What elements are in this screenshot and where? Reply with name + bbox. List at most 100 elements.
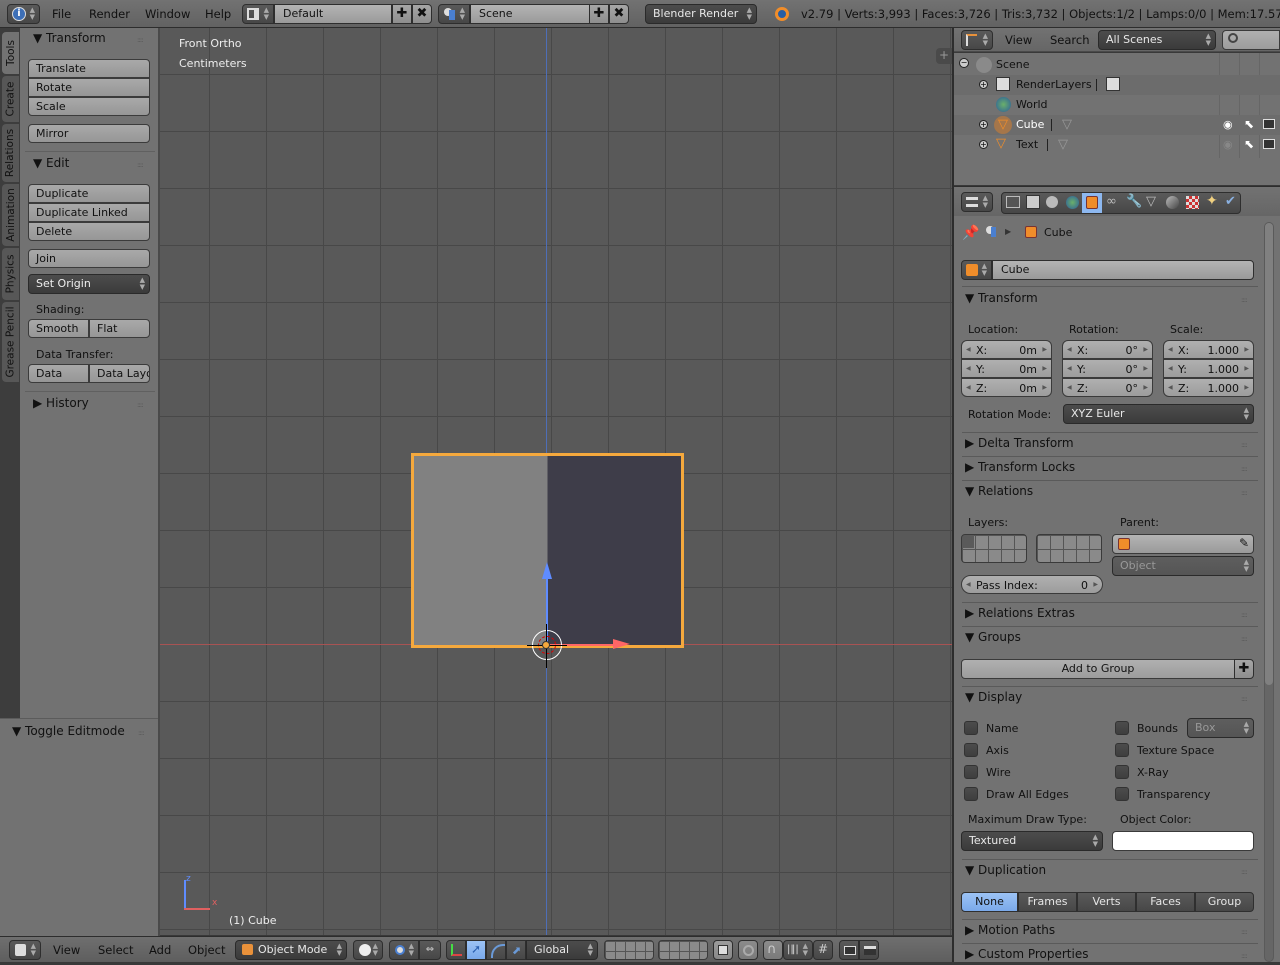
drag-grip-icon[interactable]: :::: [1241,928,1248,936]
rotation-x-field[interactable]: ◀ X: 0° ▶ [1062,340,1153,359]
selectable-cursor-icon[interactable]: ⬉ [1244,117,1254,131]
scale-x-field[interactable]: ◀ X: 1.000 ▶ [1163,340,1254,359]
tab-relations[interactable]: Relations [2,124,19,182]
delete-scene-button[interactable]: ✖ [609,4,629,24]
drag-grip-icon[interactable]: :::: [1241,489,1248,497]
panel-transform-header[interactable]: ▼ Transform [965,291,1038,309]
panel-custom-properties-header[interactable]: ▶ Custom Properties [965,947,1088,965]
menu-render[interactable]: Render [89,7,130,21]
interaction-mode-select[interactable]: Object Mode ▲ ▼ [235,940,347,960]
parent-object-field[interactable]: ✎ [1112,534,1254,554]
menu-select[interactable]: Select [98,943,133,957]
panel-edit-header[interactable]: ▼ Edit [33,156,69,170]
active-layer-cell[interactable] [962,535,974,548]
expand-icon[interactable]: + [979,120,988,129]
duplication-none-button[interactable]: None [961,892,1018,912]
scale-button[interactable]: Scale [28,97,150,116]
pin-icon[interactable]: 📌 [962,225,979,241]
panel-transform-header[interactable]: ▼ Transform [33,31,106,45]
rotation-mode-select[interactable]: XYZ Euler ▲ ▼ [1063,404,1254,424]
tab-grease-pencil[interactable]: Grease Pencil [2,302,19,382]
editor-type-button[interactable]: ▲ ▼ [9,940,41,960]
pivot-point-select[interactable]: ▲ ▼ [389,940,419,960]
panel-relations-extras-header[interactable]: ▶ Relations Extras [965,606,1075,624]
panel-history-header[interactable]: ▶ History [33,396,89,410]
snap-toggle-button[interactable]: ∩ [763,940,783,960]
outliner-row-text[interactable]: + ▽ Text ▽ ◉ ⬉ [954,135,1280,155]
menu-view[interactable]: View [53,943,80,957]
data-layout-transfer-button[interactable]: Data Layo [89,364,150,383]
panel-duplication-header[interactable]: ▼ Duplication [965,863,1046,881]
outliner-display-mode-select[interactable]: All Scenes ▲ ▼ [1098,30,1216,50]
outliner-menu-search[interactable]: Search [1050,33,1090,47]
panel-groups-header[interactable]: ▼ Groups [965,630,1021,648]
panel-relations-header[interactable]: ▼ Relations [965,484,1033,502]
new-group-button[interactable]: ✚ [1234,659,1254,679]
drag-grip-icon[interactable]: :::: [137,36,144,44]
panel-motion-paths-header[interactable]: ▶ Motion Paths [965,923,1055,941]
join-button[interactable]: Join [28,249,150,268]
outliner-row-renderlayers[interactable]: + RenderLayers [954,75,1280,95]
location-x-field[interactable]: ◀ X: 0m ▶ [961,340,1052,359]
manipulate-center-points-button[interactable]: ⇔ [419,940,441,960]
render-tab-icon[interactable] [1006,196,1020,208]
render-layers-tab-icon[interactable] [1026,195,1040,209]
menu-file[interactable]: File [52,7,71,21]
rotation-z-field[interactable]: ◀ Z: 0° ▶ [1062,378,1153,397]
menu-help[interactable]: Help [205,7,231,21]
scene-layers-grid-2[interactable] [658,940,708,960]
outliner-editor-type-button[interactable]: ▲ ▼ [961,30,993,50]
expand-properties-region-button[interactable]: + [936,48,952,64]
object-color-swatch[interactable] [1112,831,1254,851]
scale-manipulator-button[interactable]: ⬈ [506,940,526,960]
world-tab-icon[interactable] [1066,196,1079,209]
add-scene-button[interactable]: ✚ [589,4,609,24]
render-opengl-image-button[interactable] [839,940,859,960]
drag-grip-icon[interactable]: :::: [138,729,145,737]
visibility-eye-hidden-icon[interactable]: ◉ [1223,138,1233,151]
properties-editor-type-button[interactable]: ▲ ▼ [961,192,993,212]
snap-element-select[interactable]: |‖| ▲ ▼ [783,940,813,960]
wire-checkbox[interactable] [964,765,978,779]
drag-grip-icon[interactable]: :::: [1241,952,1248,960]
parent-type-select[interactable]: Object ▲ ▼ [1112,556,1254,576]
collapse-icon[interactable]: − [959,58,969,68]
scale-y-field[interactable]: ◀ Y: 1.000 ▶ [1163,359,1254,378]
drag-grip-icon[interactable]: :::: [1241,465,1248,473]
pass-index-field[interactable]: ◀ Pass Index: 0 ▶ [961,575,1103,594]
toolshelf-divider[interactable] [158,28,160,936]
drag-grip-icon[interactable]: :::: [137,161,144,169]
transparency-checkbox[interactable] [1115,787,1129,801]
material-tab-icon[interactable] [1166,196,1179,209]
duplication-frames-button[interactable]: Frames [1018,892,1077,912]
particles-tab-icon[interactable]: ✦ [1206,193,1218,209]
visibility-eye-icon[interactable]: ◉ [1223,118,1233,131]
manipulator-toggle[interactable] [446,940,466,960]
panel-toggle-editmode-header[interactable]: ▼ Toggle Editmode [12,724,125,738]
expand-icon[interactable]: + [979,140,988,149]
object-layers-grid-2[interactable] [1036,534,1102,563]
scene-field[interactable]: Scene [470,4,590,24]
duplication-verts-button[interactable]: Verts [1077,892,1136,912]
drag-grip-icon[interactable]: :::: [1241,868,1248,876]
transform-orientation-select[interactable]: Global ▲ ▼ [526,940,598,960]
drag-grip-icon[interactable]: :::: [1241,296,1248,304]
modifiers-wrench-tab-icon[interactable]: 🔧 [1126,194,1142,209]
lock-layers-button[interactable] [713,940,733,960]
mesh-data-tab-icon[interactable]: ▽ [1146,194,1156,209]
eyedropper-icon[interactable]: ✎ [1239,536,1249,550]
physics-tab-icon[interactable]: ✔ [1225,194,1236,209]
duplication-faces-button[interactable]: Faces [1136,892,1195,912]
mirror-button[interactable]: Mirror [28,124,150,143]
drag-grip-icon[interactable]: :::: [1241,695,1248,703]
renderable-camera-icon[interactable] [1263,119,1275,129]
shade-smooth-button[interactable]: Smooth [28,319,89,338]
translate-manipulator-button[interactable]: ➚ [466,940,486,960]
object-browse-button[interactable]: ▲ ▼ [961,260,992,280]
rotate-button[interactable]: Rotate [28,78,150,97]
screen-layout-field[interactable]: Default [274,4,392,24]
location-y-field[interactable]: ◀ Y: 0m ▶ [961,359,1052,378]
duplication-group-button[interactable]: Group [1195,892,1254,912]
object-name-input[interactable]: Cube [992,260,1254,280]
scene-layers-grid-1[interactable] [604,940,654,960]
